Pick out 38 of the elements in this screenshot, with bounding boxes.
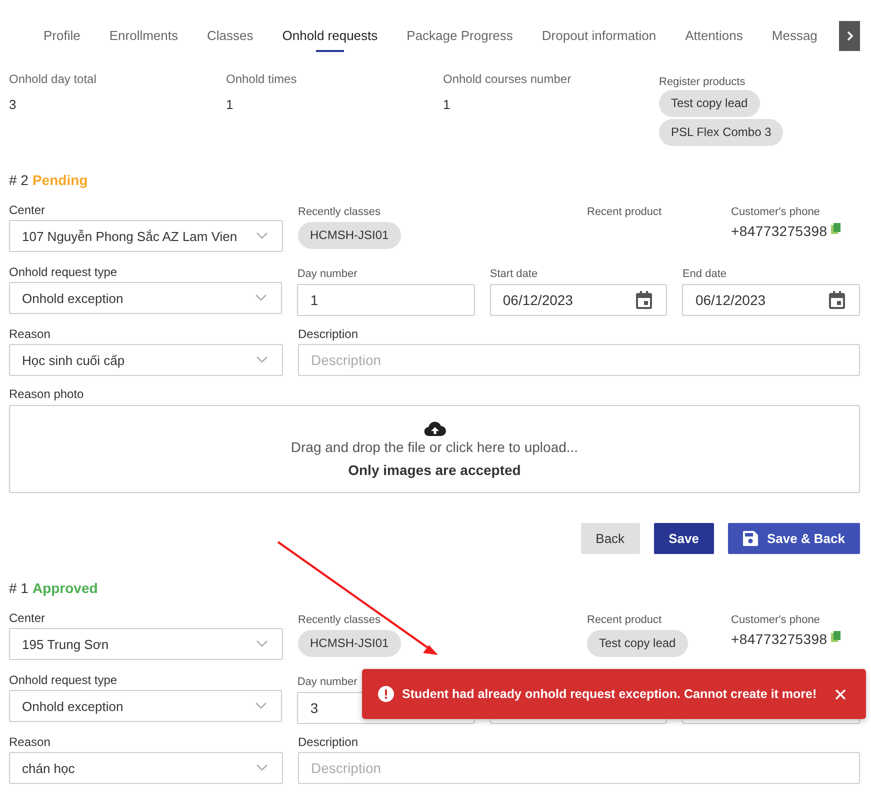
field-label: Day number [297, 267, 358, 282]
field-label: Recently classes [298, 205, 382, 220]
stat-value: 1 [443, 97, 452, 112]
field-label: Recent product [587, 205, 663, 220]
stat-value: 3 [9, 97, 18, 112]
phone-number: +84773275398 [731, 631, 828, 647]
product-chip: Test copy lead [587, 630, 688, 657]
request-number: # 1 [9, 580, 28, 596]
field-label: Customer's phone [731, 613, 821, 628]
field-label: Customer's phone [731, 205, 821, 220]
register-products-label: Register products [659, 75, 746, 90]
stat-label: Onhold times [226, 72, 298, 86]
class-chip: HCMSH-JSI01 [298, 222, 401, 249]
field-label: Start date [490, 267, 539, 282]
stat-label: Onhold day total [9, 72, 98, 86]
field-label: Recently classes [298, 613, 382, 628]
request-status: Approved [32, 580, 98, 596]
field-label: Reason [9, 734, 52, 750]
field-label: Onhold request type [9, 672, 118, 688]
product-chip: PSL Flex Combo 3 [659, 119, 784, 146]
field-label: Reason photo [9, 386, 85, 402]
class-chip: HCMSH-JSI01 [298, 630, 401, 657]
request-number: # 2 [9, 172, 28, 188]
stat-label: Onhold courses number [443, 72, 572, 86]
field-label: Description [298, 734, 360, 750]
toast-message: Student had already onhold request exception. Cannot create it more! [402, 687, 818, 701]
field-label: Onhold request type [9, 264, 118, 280]
field-label: End date [682, 267, 728, 282]
phone-number: +84773275398 [731, 223, 828, 239]
field-label: Recent product [587, 613, 663, 628]
stat-value: 1 [226, 97, 234, 112]
field-label: Center [9, 202, 46, 218]
product-chip: Test copy lead [659, 90, 760, 117]
request-status: Pending [32, 172, 88, 188]
field-label: Center [9, 610, 46, 626]
field-label: Day number [297, 675, 358, 690]
field-label: Reason [9, 326, 52, 342]
field-label: Description [298, 326, 360, 342]
